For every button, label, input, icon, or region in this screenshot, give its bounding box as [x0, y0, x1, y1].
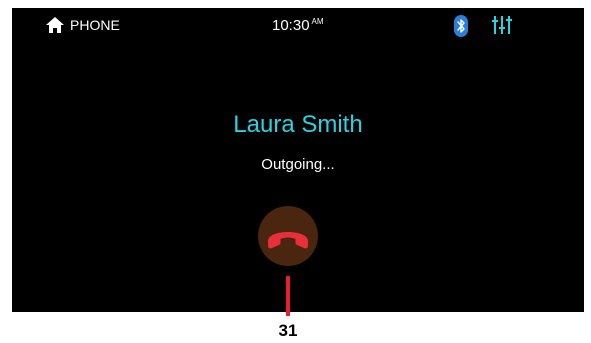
clock: 10:30 AM: [272, 17, 324, 34]
home-phone-area[interactable]: PHONE: [46, 17, 120, 33]
callout-line: [286, 276, 290, 316]
hang-up-icon: [268, 232, 308, 249]
app-label: PHONE: [70, 17, 120, 33]
end-call-button[interactable]: [258, 206, 318, 266]
bluetooth-icon[interactable]: [454, 15, 468, 37]
clock-suffix: AM: [311, 17, 324, 26]
clock-time: 10:30: [272, 17, 310, 34]
phone-screen: PHONE 10:30 AM Laura Smith Outgoing...: [12, 8, 584, 312]
call-status: Outgoing...: [261, 156, 335, 173]
callout-number: 31: [278, 321, 298, 340]
home-icon[interactable]: [46, 17, 64, 33]
equalizer-icon[interactable]: [492, 16, 512, 34]
contact-name: Laura Smith: [233, 111, 363, 138]
